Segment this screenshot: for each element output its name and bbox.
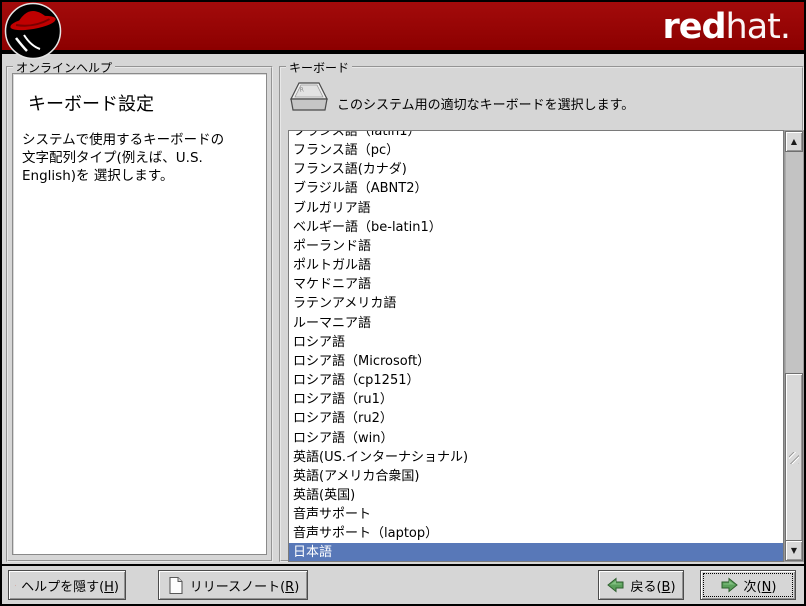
- release-notes-label: リリースノート(R): [190, 576, 300, 595]
- list-item[interactable]: 英語(アメリカ合衆国): [289, 467, 783, 486]
- scrollbar-thumb[interactable]: [785, 373, 803, 543]
- document-icon: [167, 576, 185, 595]
- next-button[interactable]: 次(N): [700, 570, 796, 600]
- list-item[interactable]: ルーマニア語: [289, 314, 783, 333]
- next-label: 次(N): [744, 576, 777, 595]
- list-item[interactable]: 英語(US.インターナショナル): [289, 448, 783, 467]
- list-item[interactable]: ロシア語（cp1251）: [289, 371, 783, 390]
- back-label: 戻る(B): [630, 576, 675, 595]
- redhat-wordmark: redhat.: [662, 7, 790, 47]
- hide-help-button[interactable]: ヘルプを隠す(H): [8, 570, 126, 600]
- list-scrollbar[interactable]: ▲ ▼: [784, 130, 804, 562]
- footer-separator: [2, 564, 804, 566]
- keyboard-frame: キーボード R このシステム用の適切なキーボードを選択します。 フランス語（la…: [279, 66, 804, 562]
- list-item[interactable]: ロシア語: [289, 333, 783, 352]
- list-item[interactable]: フランス語（latin1）: [289, 130, 783, 141]
- list-item[interactable]: 音声サポート（laptop）: [289, 524, 783, 543]
- list-item[interactable]: ロシア語（win）: [289, 429, 783, 448]
- list-item[interactable]: 日本語: [289, 543, 783, 562]
- keyboard-list: フランス語（latin1）フランス語（pc）フランス語(カナダ)ブラジル語（AB…: [288, 130, 784, 562]
- list-item[interactable]: ブルガリア語: [289, 199, 783, 218]
- keyboard-instruction: このシステム用の適切なキーボードを選択します。: [337, 94, 634, 113]
- list-item[interactable]: ロシア語（Microsoft）: [289, 352, 783, 371]
- help-content-box: キーボード設定 システムで使用するキーボードの 文字配列タイプ(例えば、U.S.…: [12, 73, 267, 555]
- life-preserver-icon: [15, 576, 16, 595]
- list-item[interactable]: ロシア語（ru1）: [289, 390, 783, 409]
- next-arrow-icon: [720, 576, 739, 594]
- back-arrow-icon: [606, 576, 625, 594]
- keyboard-frame-label: キーボード: [286, 59, 352, 76]
- list-item[interactable]: マケドニア語: [289, 275, 783, 294]
- online-help-frame: オンラインヘルプ キーボード設定 システムで使用するキーボードの 文字配列タイプ…: [6, 66, 273, 562]
- list-item[interactable]: 英語(英国): [289, 486, 783, 505]
- list-item[interactable]: 音声サポート: [289, 505, 783, 524]
- scrollbar-up-icon[interactable]: ▲: [785, 131, 803, 152]
- redhat-shadowman-icon: [4, 2, 62, 60]
- keyboard-list-inner: フランス語（latin1）フランス語（pc）フランス語(カナダ)ブラジル語（AB…: [289, 130, 783, 562]
- back-button[interactable]: 戻る(B): [598, 570, 684, 600]
- redhat-banner: redhat.: [2, 2, 804, 54]
- hide-help-label: ヘルプを隠す(H): [21, 576, 119, 595]
- list-item[interactable]: ロシア語（ru2）: [289, 409, 783, 428]
- list-item[interactable]: フランス語（pc）: [289, 141, 783, 160]
- keyboard-key-icon: R: [288, 80, 330, 118]
- list-item[interactable]: ラテンアメリカ語: [289, 294, 783, 313]
- help-title: キーボード設定: [28, 90, 266, 116]
- release-notes-button[interactable]: リリースノート(R): [158, 570, 308, 600]
- list-item[interactable]: フランス語(カナダ): [289, 160, 783, 179]
- scrollbar-grip: [789, 452, 799, 464]
- installer-window: redhat. オンラインヘルプ キーボード設定 システムで使用するキーボードの…: [0, 0, 806, 606]
- help-body: システムで使用するキーボードの 文字配列タイプ(例えば、U.S. English…: [22, 132, 258, 185]
- list-item[interactable]: ブラジル語（ABNT2）: [289, 179, 783, 198]
- scrollbar-down-icon[interactable]: ▼: [785, 540, 803, 561]
- list-item[interactable]: ベルギー語（be-latin1）: [289, 218, 783, 237]
- list-item[interactable]: ポルトガル語: [289, 256, 783, 275]
- list-item[interactable]: ポーランド語: [289, 237, 783, 256]
